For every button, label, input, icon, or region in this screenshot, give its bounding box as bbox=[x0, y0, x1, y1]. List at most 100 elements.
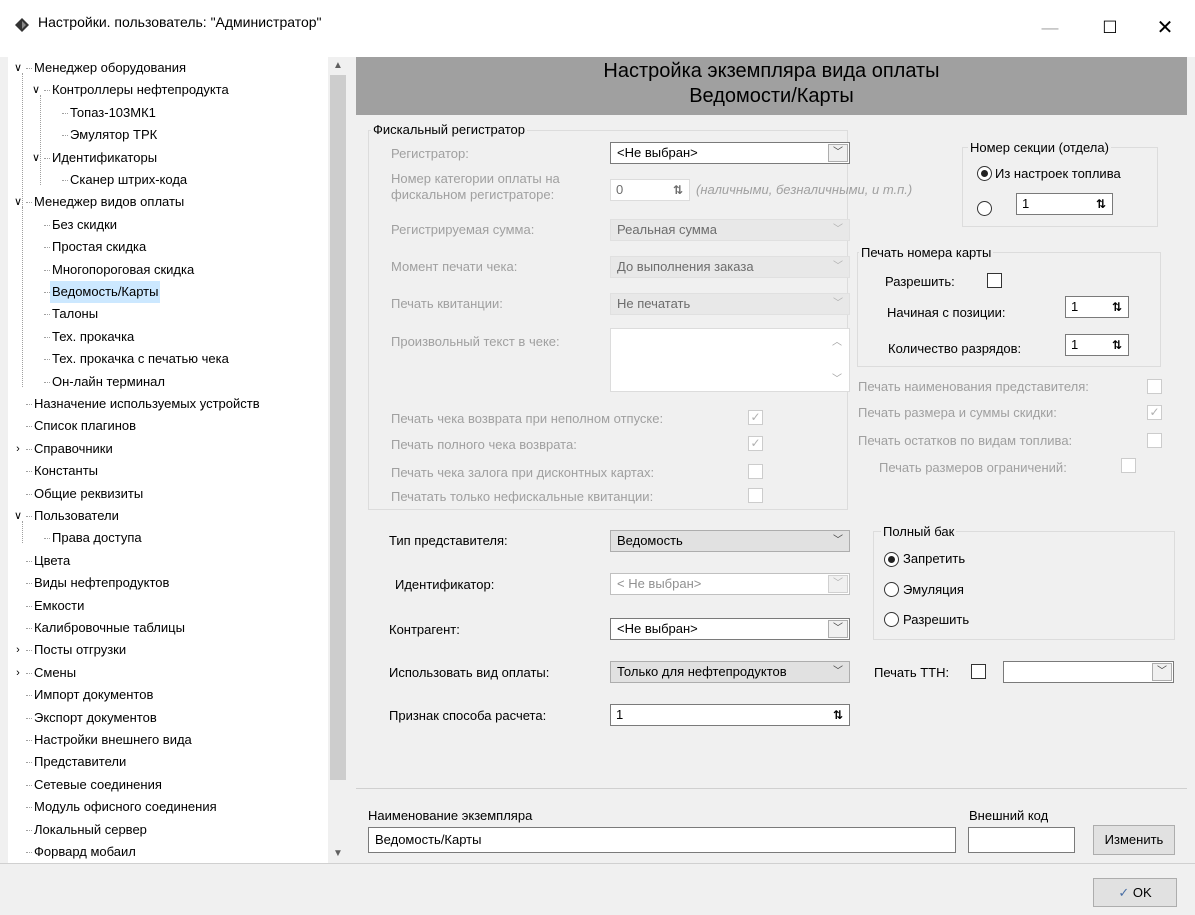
limits-checkbox[interactable] bbox=[1121, 458, 1136, 473]
full-tank-allow-radio[interactable] bbox=[884, 612, 899, 627]
tree-item[interactable]: Он-лайн терминал bbox=[8, 371, 328, 393]
change-button[interactable]: Изменить bbox=[1093, 825, 1175, 855]
tree-item[interactable]: Экспорт документов bbox=[8, 707, 328, 729]
instance-name-input[interactable]: Ведомость/Карты bbox=[368, 827, 956, 853]
external-code-input[interactable] bbox=[968, 827, 1075, 853]
chevron-down-icon[interactable]: ﹀ bbox=[828, 575, 848, 593]
contractor-select[interactable]: <Не выбран> ﹀ bbox=[610, 618, 850, 640]
chevron-down-icon[interactable]: ﹀ bbox=[827, 257, 849, 277]
textarea-down-icon[interactable]: ﹀ bbox=[832, 370, 842, 385]
calc-sign-label: Признак способа расчета: bbox=[389, 708, 547, 723]
textarea-up-icon[interactable]: ︿ bbox=[832, 333, 842, 348]
tree-item[interactable]: Простая скидка bbox=[8, 236, 328, 258]
nonfiscal-checkbox[interactable] bbox=[748, 488, 763, 503]
digits-spinner[interactable]: 1 ⇅ bbox=[1065, 334, 1129, 356]
tree-item[interactable]: ∨ Менеджер оборудования bbox=[8, 57, 328, 79]
tree-item[interactable]: Топаз-103МК1 bbox=[8, 102, 328, 124]
scroll-up-icon[interactable]: ▲ bbox=[328, 57, 348, 75]
tree-item[interactable]: Импорт документов bbox=[8, 684, 328, 706]
use-payment-select[interactable]: Только для нефтепродуктов ﹀ bbox=[610, 661, 850, 683]
tree-item[interactable]: Тех. прокачка с печатью чека bbox=[8, 348, 328, 370]
tree-item[interactable]: Список плагинов bbox=[8, 415, 328, 437]
chevron-down-icon[interactable]: ﹀ bbox=[828, 144, 848, 162]
category-spinner[interactable]: 0 ⇅ bbox=[610, 179, 690, 201]
tree-item[interactable]: Эмулятор ТРК bbox=[8, 124, 328, 146]
registrator-select[interactable]: <Не выбран> ﹀ bbox=[610, 142, 850, 164]
tree-item[interactable]: Виды нефтепродуктов bbox=[8, 572, 328, 594]
chevron-down-icon[interactable]: ﹀ bbox=[827, 294, 849, 314]
return-full-checkbox[interactable]: ✓ bbox=[748, 436, 763, 451]
card-print-group-title: Печать номера карты bbox=[859, 245, 994, 260]
ok-button[interactable]: ✓ OK bbox=[1093, 878, 1177, 907]
tree-item-label: Сетевые соединения bbox=[34, 776, 162, 792]
tree-item[interactable]: Без скидки bbox=[8, 214, 328, 236]
spinner-icon[interactable]: ⇅ bbox=[1108, 336, 1126, 354]
tree-item[interactable]: ∨ Идентификаторы bbox=[8, 147, 328, 169]
chevron-down-icon[interactable]: ﹀ bbox=[827, 662, 849, 682]
spinner-icon[interactable]: ⇅ bbox=[669, 181, 687, 199]
collapse-chevron-icon[interactable]: › bbox=[12, 662, 24, 684]
tree-item[interactable]: Форвард мобаил bbox=[8, 841, 328, 863]
full-tank-emul-radio[interactable] bbox=[884, 582, 899, 597]
tree-item[interactable]: Сетевые соединения bbox=[8, 774, 328, 796]
ttn-select[interactable]: ﹀ bbox=[1003, 661, 1174, 683]
freetext-area[interactable] bbox=[610, 328, 850, 392]
section-spinner[interactable]: 1 ⇅ bbox=[1016, 193, 1113, 215]
tree-item[interactable]: Настройки внешнего вида bbox=[8, 729, 328, 751]
chevron-down-icon[interactable]: ﹀ bbox=[827, 531, 849, 551]
tree-item[interactable]: Константы bbox=[8, 460, 328, 482]
maximize-icon[interactable]: ☐ bbox=[1090, 10, 1130, 46]
tree-item[interactable]: ∨ Пользователи bbox=[8, 505, 328, 527]
tree-item[interactable]: › Справочники bbox=[8, 438, 328, 460]
close-icon[interactable]: ✕ bbox=[1145, 10, 1185, 46]
tree-item[interactable]: Локальный сервер bbox=[8, 819, 328, 841]
spinner-icon[interactable]: ⇅ bbox=[829, 706, 847, 724]
spinner-icon[interactable]: ⇅ bbox=[1092, 195, 1110, 213]
tree-scroll-thumb[interactable] bbox=[330, 75, 346, 780]
tree-item[interactable]: Сканер штрих-кода bbox=[8, 169, 328, 191]
tree-item[interactable]: Модуль офисного соединения bbox=[8, 796, 328, 818]
card-allow-checkbox[interactable] bbox=[987, 273, 1002, 288]
chevron-down-icon[interactable]: ﹀ bbox=[828, 620, 848, 638]
identifier-select[interactable]: < Не выбран> ﹀ bbox=[610, 573, 850, 595]
discount-checkbox[interactable]: ✓ bbox=[1147, 405, 1162, 420]
tree-item[interactable]: › Посты отгрузки bbox=[8, 639, 328, 661]
moment-select[interactable]: До выполнения заказа ﹀ bbox=[610, 256, 850, 278]
settings-tree[interactable]: ∨ Менеджер оборудования ∨ Контроллеры нефте… bbox=[8, 57, 328, 863]
tree-item[interactable]: › Смены bbox=[8, 662, 328, 684]
minimize-icon[interactable]: — bbox=[1030, 10, 1070, 46]
tree-item[interactable]: ∨ Менеджер видов оплаты bbox=[8, 191, 328, 213]
receipt-select[interactable]: Не печатать ﹀ bbox=[610, 293, 850, 315]
tree-item[interactable]: Калибровочные таблицы bbox=[8, 617, 328, 639]
manual-section-radio[interactable] bbox=[977, 201, 992, 216]
calc-sign-spinner[interactable]: 1 ⇅ bbox=[610, 704, 850, 726]
sum-select[interactable]: Реальная сумма ﹀ bbox=[610, 219, 850, 241]
return-partial-checkbox[interactable]: ✓ bbox=[748, 410, 763, 425]
tree-item[interactable]: Цвета bbox=[8, 550, 328, 572]
start-pos-spinner[interactable]: 1 ⇅ bbox=[1065, 296, 1129, 318]
tree-item[interactable]: ∨ Контроллеры нефтепродукта bbox=[8, 79, 328, 101]
chevron-down-icon[interactable]: ﹀ bbox=[1152, 663, 1172, 681]
chevron-down-icon[interactable]: ﹀ bbox=[827, 220, 849, 240]
full-tank-deny-radio[interactable] bbox=[884, 552, 899, 567]
tree-item[interactable]: Представители bbox=[8, 751, 328, 773]
collapse-chevron-icon[interactable]: › bbox=[12, 639, 24, 661]
tree-item[interactable]: Общие реквизиты bbox=[8, 483, 328, 505]
scroll-down-icon[interactable]: ▼ bbox=[328, 845, 348, 863]
rep-name-checkbox[interactable] bbox=[1147, 379, 1162, 394]
tree-item[interactable]: Ведомость/Карты bbox=[8, 281, 328, 303]
rep-type-select[interactable]: Ведомость ﹀ bbox=[610, 530, 850, 552]
tree-item[interactable]: Права доступа bbox=[8, 527, 328, 549]
tree-item[interactable]: Назначение используемых устройств bbox=[8, 393, 328, 415]
tree-item[interactable]: Тех. прокачка bbox=[8, 326, 328, 348]
tree-guide-line bbox=[22, 207, 23, 387]
tree-item[interactable]: Емкости bbox=[8, 595, 328, 617]
from-fuel-radio[interactable] bbox=[977, 166, 992, 181]
tree-item[interactable]: Талоны bbox=[8, 303, 328, 325]
remains-checkbox[interactable] bbox=[1147, 433, 1162, 448]
ttn-checkbox[interactable] bbox=[971, 664, 986, 679]
spinner-icon[interactable]: ⇅ bbox=[1108, 298, 1126, 316]
deposit-checkbox[interactable] bbox=[748, 464, 763, 479]
collapse-chevron-icon[interactable]: › bbox=[12, 438, 24, 460]
tree-item[interactable]: Многопороговая скидка bbox=[8, 259, 328, 281]
